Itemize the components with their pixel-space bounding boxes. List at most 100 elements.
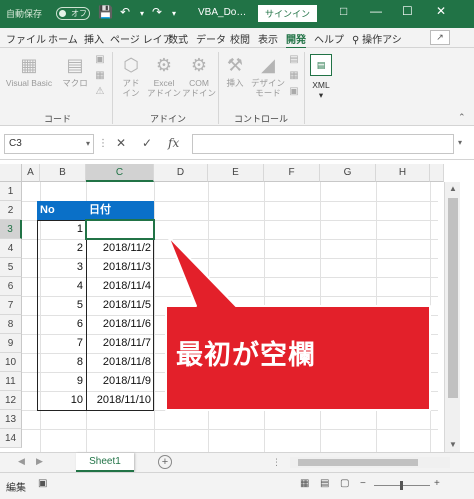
scroll-up-icon[interactable]: ▲: [445, 182, 461, 196]
column-header-b[interactable]: B: [40, 164, 86, 182]
table-cell-no[interactable]: 1: [40, 220, 86, 239]
scrollbar-thumb[interactable]: [448, 198, 458, 398]
addin-button[interactable]: ⬡ アド イン: [116, 54, 146, 98]
enter-icon[interactable]: ✓: [142, 136, 152, 150]
row-header-5[interactable]: 5: [0, 258, 22, 277]
table-cell-no[interactable]: 9: [40, 372, 86, 391]
tab-developer[interactable]: 開発: [286, 31, 306, 49]
row-header-7[interactable]: 7: [0, 296, 22, 315]
column-header-d[interactable]: D: [154, 164, 208, 182]
record-macro-icon[interactable]: ▣: [94, 54, 106, 66]
table-header-no[interactable]: No: [37, 201, 86, 220]
insert-function-icon[interactable]: fx: [168, 136, 179, 150]
table-cell-date[interactable]: 2018/11/10: [86, 391, 154, 410]
maximize-icon[interactable]: ☐: [402, 4, 413, 18]
row-header-11[interactable]: 11: [0, 372, 22, 391]
undo-dropdown-icon[interactable]: ▾: [140, 9, 144, 18]
active-cell[interactable]: [85, 219, 155, 240]
sheet-tab[interactable]: Sheet1: [76, 453, 134, 472]
row-header-14[interactable]: 14: [0, 429, 22, 448]
ribbon-display-icon[interactable]: □: [340, 4, 347, 18]
xml-button[interactable]: XML ▾: [304, 80, 338, 100]
insert-control-button[interactable]: ⚒ 挿入: [222, 54, 248, 88]
column-header-f[interactable]: F: [264, 164, 320, 182]
undo-icon[interactable]: ↶: [120, 5, 130, 19]
macro-record-icon[interactable]: ▣: [38, 478, 47, 489]
page-layout-view-icon[interactable]: ▤: [320, 478, 329, 489]
zoom-slider-thumb[interactable]: [400, 481, 403, 490]
zoom-in-icon[interactable]: +: [434, 478, 440, 489]
properties-icon[interactable]: ▤: [288, 54, 300, 66]
vertical-scrollbar[interactable]: ▲ ▼: [444, 182, 460, 452]
page-break-view-icon[interactable]: ▢: [340, 478, 349, 489]
row-header-1[interactable]: 1: [0, 182, 22, 201]
scroll-down-icon[interactable]: ▼: [445, 438, 461, 452]
table-cell-no[interactable]: 10: [40, 391, 86, 410]
table-header-date[interactable]: 日付: [86, 201, 154, 220]
macro-button[interactable]: ▤ マクロ: [60, 54, 90, 88]
zoom-out-icon[interactable]: −: [360, 478, 366, 489]
tab-insert[interactable]: 挿入: [84, 31, 104, 46]
table-cell-no[interactable]: 4: [40, 277, 86, 296]
select-all-corner[interactable]: [0, 164, 22, 182]
row-header-9[interactable]: 9: [0, 334, 22, 353]
next-sheet-icon[interactable]: ▶: [36, 456, 43, 467]
normal-view-icon[interactable]: ▦: [300, 478, 309, 489]
table-cell-date[interactable]: 2018/11/2: [86, 239, 154, 258]
row-header-3[interactable]: 3: [0, 220, 22, 239]
table-cell-date[interactable]: 2018/11/3: [86, 258, 154, 277]
chevron-down-icon[interactable]: ▾: [458, 138, 462, 147]
design-mode-button[interactable]: ◢ デザイン モード: [250, 54, 286, 98]
column-header-a[interactable]: A: [22, 164, 40, 182]
com-addin-button[interactable]: ⚙ COM アドイン: [182, 54, 216, 98]
column-header-e[interactable]: E: [208, 164, 264, 182]
visual-basic-button[interactable]: ▦ Visual Basic: [4, 54, 54, 88]
customize-qat-icon[interactable]: ▾: [172, 9, 176, 18]
tab-page-layout[interactable]: ページ レイア: [110, 31, 173, 46]
table-cell-date[interactable]: 2018/11/8: [86, 353, 154, 372]
table-cell-no[interactable]: 5: [40, 296, 86, 315]
close-icon[interactable]: ✕: [436, 4, 446, 18]
tab-view[interactable]: 表示: [258, 31, 278, 46]
row-header-2[interactable]: 2: [0, 201, 22, 220]
column-header-h[interactable]: H: [376, 164, 430, 182]
row-header-12[interactable]: 12: [0, 391, 22, 410]
autosave-toggle[interactable]: オフ: [56, 7, 90, 20]
row-header-10[interactable]: 10: [0, 353, 22, 372]
tell-me-box[interactable]: ⚲ 操作アシ: [352, 31, 402, 46]
worksheet-grid[interactable]: A B C D E F G H 1 2 3 4 5 6 7 8 9 10 11 …: [0, 160, 474, 452]
tab-formulas[interactable]: 数式: [168, 31, 188, 46]
signin-button[interactable]: サインイン: [258, 5, 318, 22]
row-header-13[interactable]: 13: [0, 410, 22, 429]
formula-input[interactable]: [192, 134, 454, 154]
column-header-c[interactable]: C: [86, 164, 154, 182]
redo-icon[interactable]: ↷: [152, 5, 162, 19]
minimize-icon[interactable]: —: [370, 4, 382, 18]
add-sheet-icon[interactable]: +: [158, 455, 172, 469]
horizontal-scrollbar[interactable]: [290, 457, 450, 468]
macro-security-icon[interactable]: ⚠: [94, 86, 106, 98]
row-header-6[interactable]: 6: [0, 277, 22, 296]
row-header-4[interactable]: 4: [0, 239, 22, 258]
share-button[interactable]: ↗: [430, 30, 450, 45]
tab-review[interactable]: 校閲: [230, 31, 250, 46]
name-box[interactable]: C3 ▾: [4, 134, 94, 154]
table-cell-no[interactable]: 8: [40, 353, 86, 372]
excel-addin-button[interactable]: ⚙ Excel アドイン: [146, 54, 182, 98]
view-code-icon[interactable]: ▦: [288, 70, 300, 82]
prev-sheet-icon[interactable]: ◀: [18, 456, 25, 467]
tab-home[interactable]: ホーム: [48, 31, 78, 46]
row-header-8[interactable]: 8: [0, 315, 22, 334]
tab-help[interactable]: ヘルプ: [314, 31, 344, 46]
table-cell-date[interactable]: 2018/11/4: [86, 277, 154, 296]
column-header-g[interactable]: G: [320, 164, 376, 182]
tab-data[interactable]: データ: [196, 31, 226, 46]
table-cell-no[interactable]: 2: [40, 239, 86, 258]
table-cell-no[interactable]: 3: [40, 258, 86, 277]
table-cell-date[interactable]: 2018/11/9: [86, 372, 154, 391]
table-cell-date[interactable]: 2018/11/6: [86, 315, 154, 334]
tab-file[interactable]: ファイル: [6, 31, 46, 46]
relative-reference-icon[interactable]: ▦: [94, 70, 106, 82]
collapse-ribbon-icon[interactable]: ⌃: [458, 112, 466, 123]
table-cell-no[interactable]: 7: [40, 334, 86, 353]
